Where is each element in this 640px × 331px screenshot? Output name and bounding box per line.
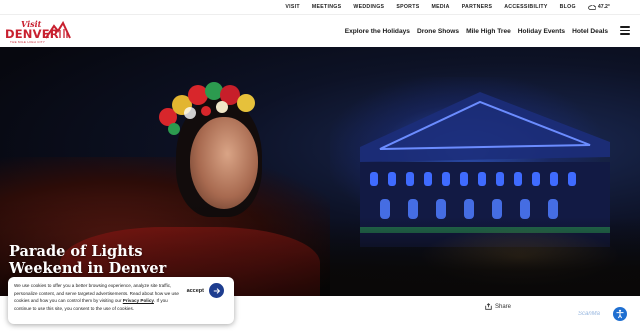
nav-hotel-deals[interactable]: Hotel Deals [572,28,608,35]
accept-button[interactable] [209,283,224,298]
nav-explore-holidays[interactable]: Explore the Holidays [345,28,410,35]
nav-mile-high-tree[interactable]: Mile High Tree [466,28,511,35]
privacy-policy-link[interactable]: Privacy Policy [123,298,154,303]
share-button[interactable]: Share [485,303,511,310]
utility-nav: VISIT MEETINGS WEDDINGS SPORTS MEDIA PAR… [0,0,640,14]
cloud-icon [588,4,596,10]
logo-denver-text: DENVER [5,27,59,41]
utility-link-partners[interactable]: PARTNERS [462,4,493,10]
scan-badge: ScanMa [578,311,601,317]
share-icon [485,303,492,310]
utility-link-visit[interactable]: VISIT [285,4,299,10]
utility-link-blog[interactable]: BLOG [560,4,576,10]
accessibility-button[interactable] [613,307,627,321]
flower-crown-illustration [159,82,255,135]
utility-link-sports[interactable]: SPORTS [396,4,419,10]
weather-widget: 47.2° [588,4,610,10]
utility-link-weddings[interactable]: WEDDINGS [353,4,384,10]
primary-nav: Explore the Holidays Drone Shows Mile Hi… [338,15,608,48]
weather-temp: 47.2° [597,4,610,10]
nav-drone-shows[interactable]: Drone Shows [417,28,459,35]
arrow-right-icon [213,287,220,294]
accept-control[interactable]: accept [187,283,224,298]
cookie-text: We use cookies to offer you a better bro… [14,282,180,312]
utility-link-meetings[interactable]: MEETINGS [312,4,342,10]
cookie-banner: We use cookies to offer you a better bro… [8,277,234,324]
visit-denver-logo[interactable]: Visit DENVER THE MILE HIGH CITY [5,19,71,45]
accessibility-icon [616,309,624,319]
share-label: Share [495,303,512,310]
nav-holiday-events[interactable]: Holiday Events [518,28,565,35]
hero-image: Parade of Lights Weekend in Denver 2025 [0,47,640,296]
utility-link-accessibility[interactable]: ACCESSIBILITY [504,4,547,10]
accept-label[interactable]: accept [187,288,204,294]
logo-tagline: THE MILE HIGH CITY [10,40,46,44]
main-header: Visit DENVER THE MILE HIGH CITY Explore … [0,14,640,47]
utility-link-media[interactable]: MEDIA [431,4,449,10]
menu-icon[interactable] [620,26,630,35]
